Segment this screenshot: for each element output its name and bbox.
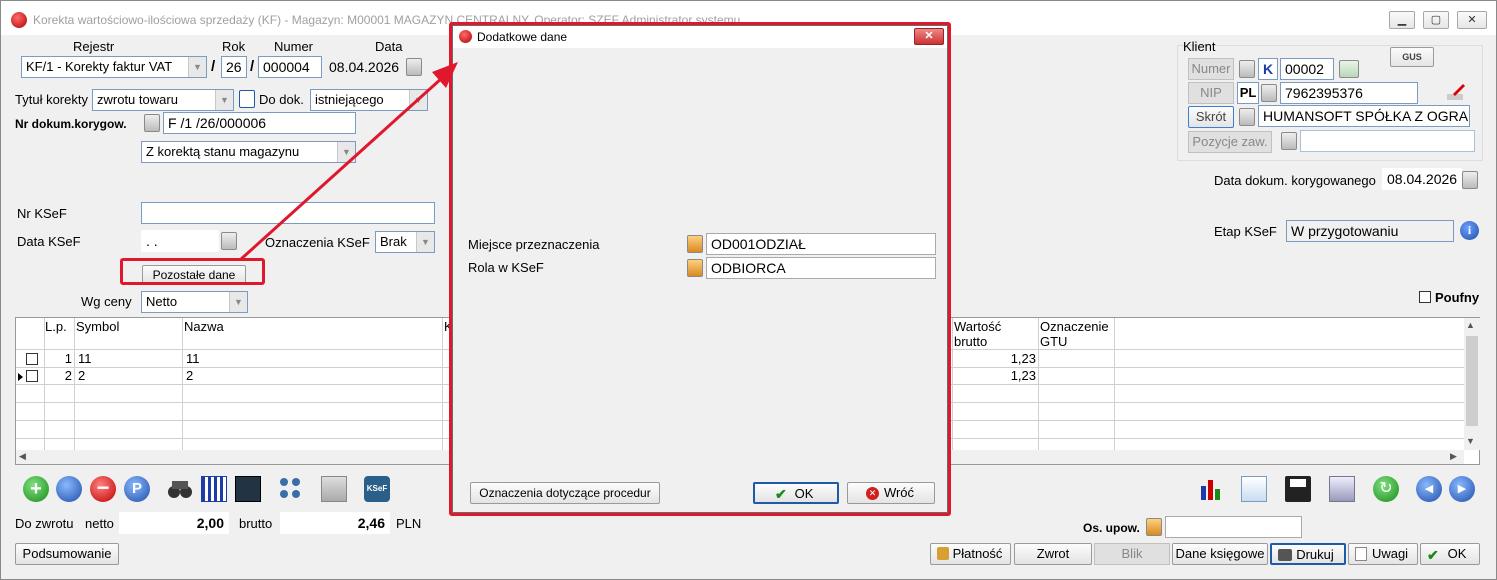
annotation-arrow [238,62,458,262]
arrow-line [238,76,444,262]
